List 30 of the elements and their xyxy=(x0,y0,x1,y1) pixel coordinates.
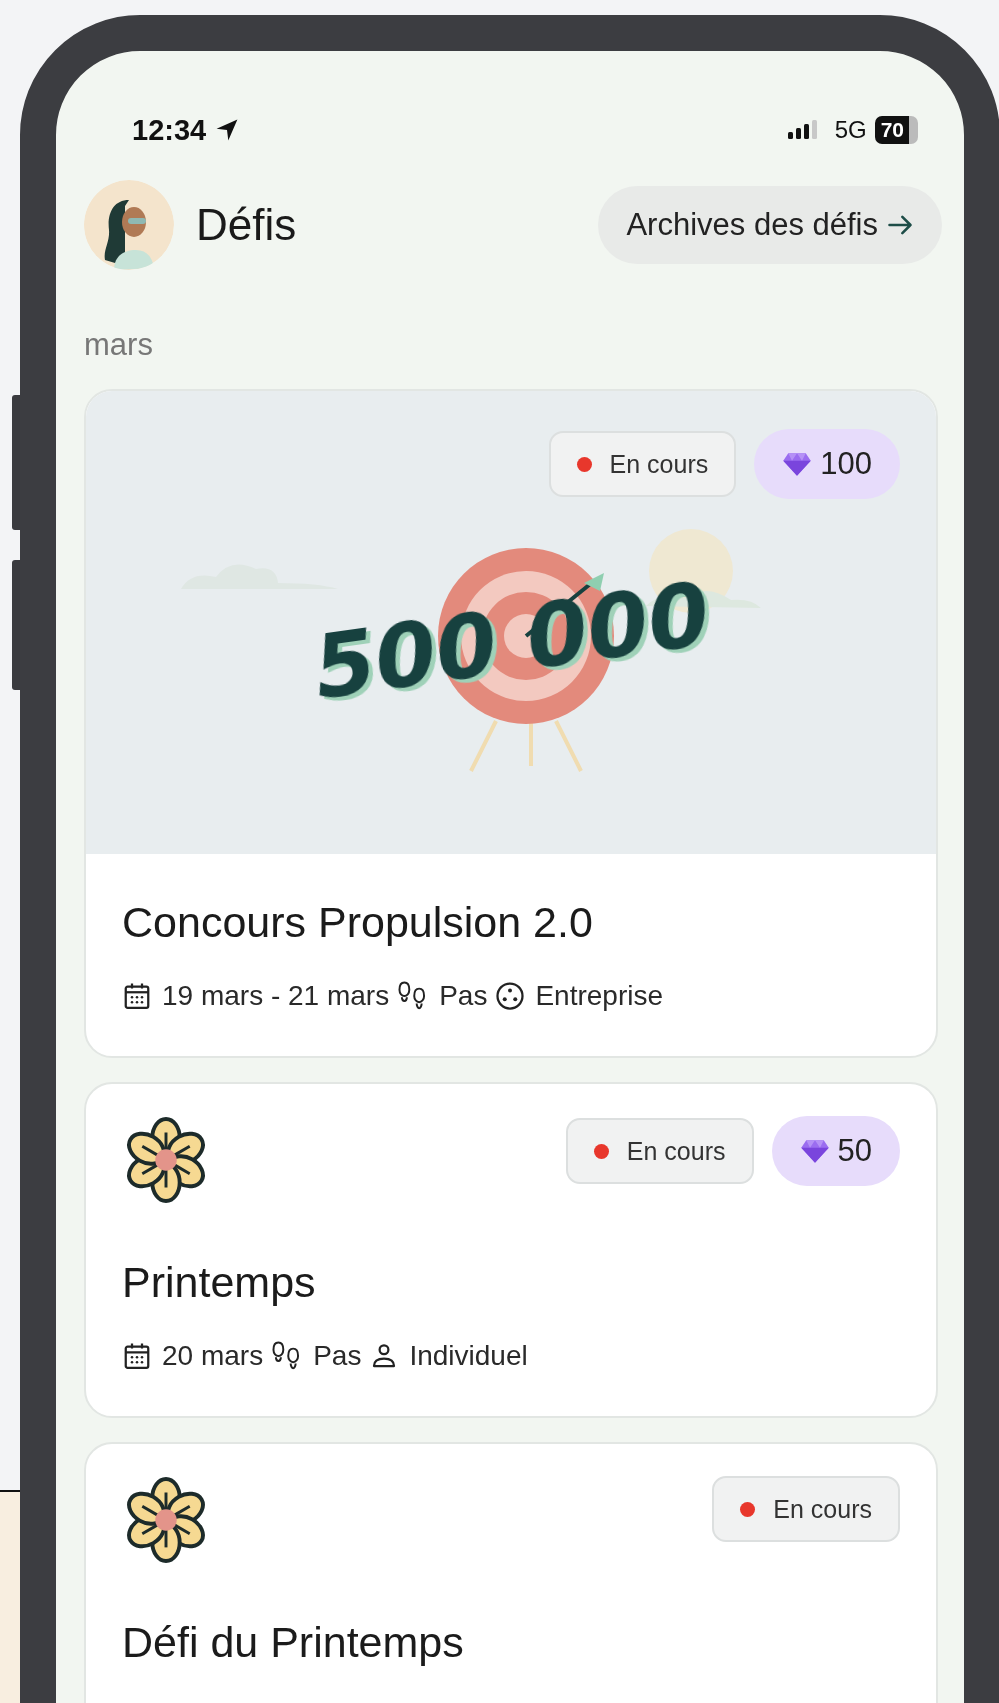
gem-icon xyxy=(782,451,813,477)
challenge-title: Printemps xyxy=(122,1257,317,1308)
challenge-card[interactable]: En cours Défi du Printemps xyxy=(84,1442,938,1703)
reward-pill: 50 xyxy=(771,1116,900,1186)
month-heading: mars xyxy=(84,326,154,364)
meta-label: Individuel xyxy=(409,1340,528,1372)
meta-label: 20 mars xyxy=(162,1340,264,1372)
meta-label: Pas xyxy=(439,980,488,1012)
status-label: En cours xyxy=(609,449,709,479)
reward-pill: 100 xyxy=(754,429,900,499)
network-label: 5G xyxy=(834,116,867,144)
calendar-icon xyxy=(122,981,152,1011)
challenge-card[interactable]: En cours 50 Printemps 20 mars Pas Individuel xyxy=(84,1082,938,1418)
page-title: Défis xyxy=(196,200,298,250)
calendar-icon xyxy=(122,1341,152,1371)
challenge-card[interactable]: 500 000 En cours 100 Concours Propulsion 2.0 19 mars - 21 mars Pas Entreprise xyxy=(84,389,938,1058)
meta-label: Entreprise xyxy=(535,980,664,1012)
group-icon xyxy=(495,981,526,1011)
challenge-title: Concours Propulsion 2.0 xyxy=(122,897,594,948)
archive-button[interactable]: Archives des défis xyxy=(598,186,942,264)
status-label: En cours xyxy=(626,1136,726,1166)
meta-label: Pas xyxy=(313,1340,362,1372)
meta-label: 19 mars - 21 mars xyxy=(162,980,390,1012)
status-label: En cours xyxy=(773,1494,872,1524)
challenge-title: Défi du Printemps xyxy=(122,1617,465,1668)
status-time: 12:34 xyxy=(132,113,207,147)
gem-icon xyxy=(799,1138,830,1164)
avatar[interactable] xyxy=(84,180,174,270)
battery-indicator: 70 xyxy=(874,116,918,144)
target-number-drawing: 500 000 xyxy=(307,548,716,772)
